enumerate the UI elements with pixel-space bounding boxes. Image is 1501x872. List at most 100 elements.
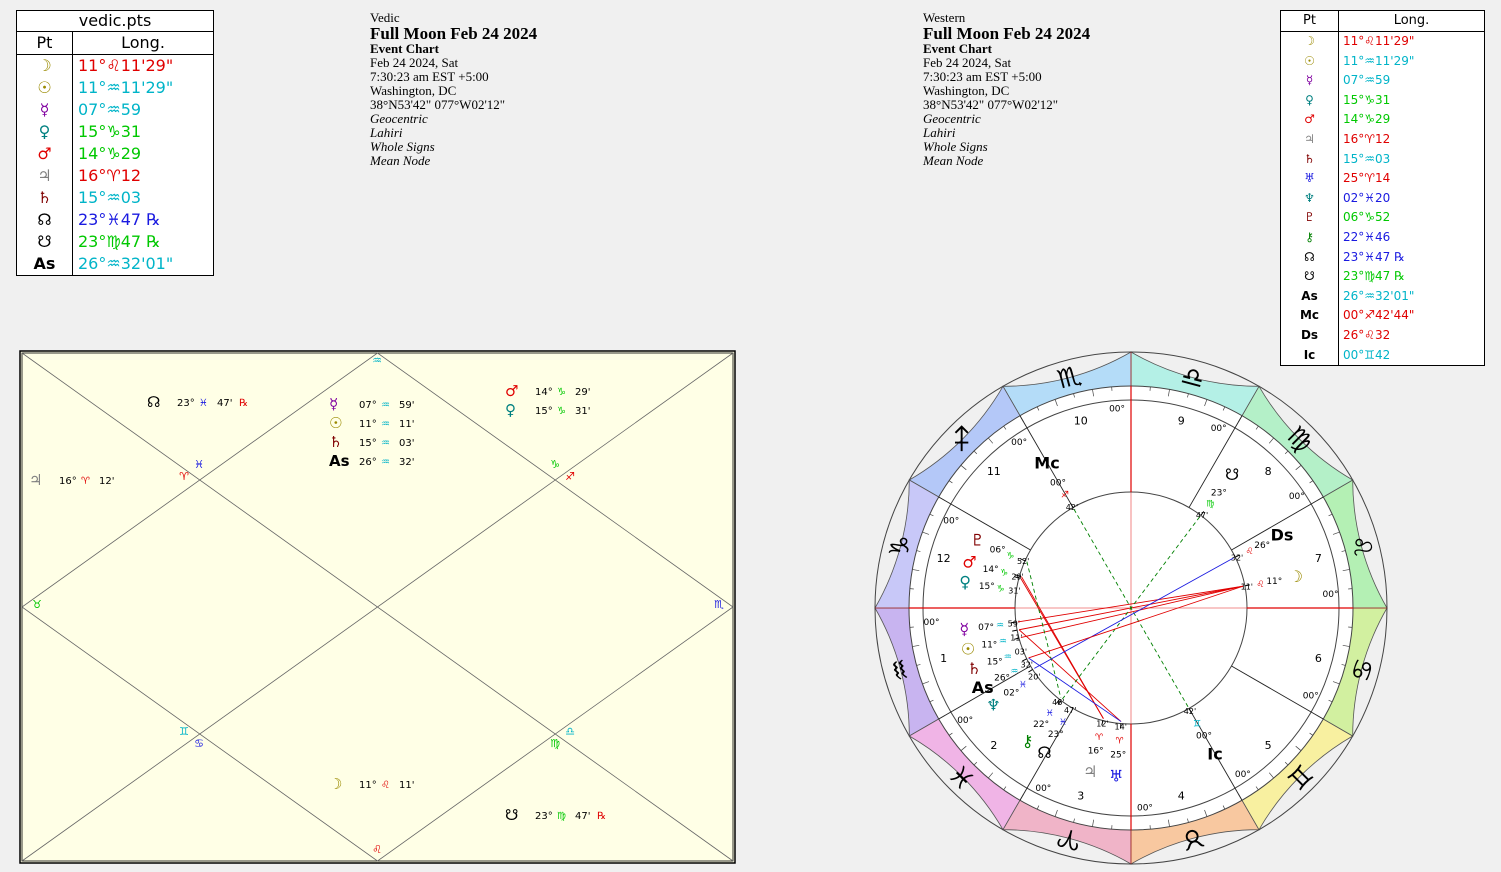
chart-date: Feb 24 2024, Sat xyxy=(923,55,1012,70)
chart-time: 7:30:23 am EST +5:00 xyxy=(370,69,489,84)
degree-label: 23° xyxy=(177,398,195,409)
cusp-degree-label: 00° xyxy=(1109,404,1125,414)
house-number: 5 xyxy=(1265,739,1272,752)
minute-label: 32' xyxy=(399,457,414,468)
minute-label: 46' xyxy=(1052,698,1064,707)
cusp-degree-label: 00° xyxy=(957,716,973,726)
venus-icon: ♀ xyxy=(17,121,73,143)
chart-ayanamsa: Lahiri xyxy=(923,125,956,140)
mars-icon: ♂ xyxy=(505,382,518,400)
longitude-value: 11°♌11'29" xyxy=(78,56,174,75)
chart-time: 7:30:23 am EST +5:00 xyxy=(923,69,1042,84)
longitude-value: 16°♈12 xyxy=(1343,131,1391,146)
north-node-icon: ☊ xyxy=(17,209,73,231)
house-number: 10 xyxy=(1074,415,1088,428)
sign-glyph: ♑ xyxy=(1006,551,1014,561)
mercury-icon: ☿ xyxy=(959,619,969,638)
table-row: ☊ 23°♓47 ℞ xyxy=(17,209,213,231)
sign-glyph: ♐ xyxy=(1061,491,1069,501)
chart-title: Full Moon Feb 24 2024 xyxy=(923,24,1091,43)
sign-marker: ♑ xyxy=(550,458,560,471)
chiron-icon: ⚷ xyxy=(1022,731,1034,750)
mercury-icon: ☿ xyxy=(1281,71,1339,91)
minute-label: 59' xyxy=(399,400,414,411)
moon-icon: ☽ xyxy=(329,775,342,793)
pluto-icon: ♇ xyxy=(970,531,984,550)
sign-glyph: ♍ xyxy=(1206,500,1214,510)
pluto-icon: ♇ xyxy=(1281,208,1339,228)
longitude-value: 15°♑31 xyxy=(1343,92,1391,107)
vedic-table-title: vedic.pts xyxy=(17,11,213,32)
house-number: 7 xyxy=(1315,552,1322,565)
chart-node: Mean Node xyxy=(923,153,984,168)
sign-glyph: ♒ xyxy=(999,637,1007,647)
longitude-value: 11°♌11'29" xyxy=(1343,34,1415,48)
degree-label: 23° xyxy=(535,811,553,822)
north-node-icon: ☊ xyxy=(1281,247,1339,268)
table-row: ♆ 02°♓20 xyxy=(1281,188,1484,209)
table-row: ⚷ 22°♓46 xyxy=(1281,227,1484,248)
chart-type: Event Chart xyxy=(923,41,992,56)
table-row: ☿ 07°♒59 xyxy=(1281,71,1484,91)
jupiter-icon: ♃ xyxy=(17,165,73,187)
degree-label: 15° xyxy=(987,657,1003,667)
sign-glyph: ♓ xyxy=(1019,681,1027,691)
house-number: 11 xyxy=(987,465,1001,478)
table-row: As 26°♒32'01" xyxy=(1281,286,1484,307)
sign-glyph: ♒ xyxy=(381,419,390,430)
chart-center: Geocentric xyxy=(923,111,981,126)
chart-node: Mean Node xyxy=(370,153,431,168)
jupiter-icon: ♃ xyxy=(1281,129,1339,150)
mars-icon: ♂ xyxy=(962,553,976,572)
minute-label: 11' xyxy=(1241,582,1253,591)
longitude-value: 26°♌32 xyxy=(1343,327,1391,342)
moon-icon: ☽ xyxy=(1281,32,1339,52)
cusp-degree-label: 00° xyxy=(1303,692,1319,702)
degree-label: 07° xyxy=(978,623,994,633)
minute-label: 47' xyxy=(217,398,232,409)
table-row: ♄ 15°♒03 xyxy=(17,187,213,209)
sign-glyph: ♒ xyxy=(996,621,1004,631)
sign-glyph: ♈ xyxy=(1115,736,1124,746)
minute-label: 11' xyxy=(1010,634,1022,643)
sign-marker: ♌ xyxy=(372,843,382,856)
chart-title: Full Moon Feb 24 2024 xyxy=(370,24,538,43)
minute-label: 11' xyxy=(399,780,414,791)
neptune-icon: ♆ xyxy=(986,695,1000,714)
chart-type: Event Chart xyxy=(370,41,439,56)
degree-label: 02° xyxy=(1003,689,1019,699)
degree-label: 22° xyxy=(1033,720,1049,730)
uranus-icon: ♅ xyxy=(1281,169,1339,189)
house-number: 2 xyxy=(990,739,997,752)
house-number: 6 xyxy=(1315,652,1322,665)
degree-label: 23° xyxy=(1048,730,1064,740)
longitude-value: 07°♒59 xyxy=(78,100,142,119)
ascendant-icon: As xyxy=(17,253,73,275)
western-table-rows: ☽ 11°♌11'29" ☉ 11°♒11'29" ☿ 07°♒59 ♀ 15°♑31 ♂ 14°… xyxy=(1281,32,1484,366)
midheaven-icon: Mc xyxy=(1034,454,1059,473)
mercury-icon: ☿ xyxy=(17,99,73,121)
degree-label: 00° xyxy=(1196,731,1212,741)
degree-label: 26° xyxy=(1254,541,1270,551)
longitude-value: 25°♈14 xyxy=(1343,171,1391,186)
col-long-header: Long. xyxy=(1393,13,1430,28)
uranus-icon: ♅ xyxy=(1109,766,1123,785)
longitude-value: 26°♒32'01" xyxy=(1343,288,1415,303)
south-node-icon: ☋ xyxy=(505,806,518,824)
longitude-value: 15°♒03 xyxy=(78,188,142,207)
chart-coords: 38°N53'42" 077°W02'12" xyxy=(923,97,1059,112)
table-row: ♀ 15°♑31 xyxy=(17,121,213,143)
cusp-degree-label: 00° xyxy=(1235,770,1251,780)
degree-label: 15° xyxy=(979,582,995,592)
sign-glyph: ♒ xyxy=(381,457,390,468)
table-row: Ds 26°♌32 xyxy=(1281,325,1484,346)
minute-label: 42' xyxy=(1184,707,1196,716)
western-table-header: Pt Long. xyxy=(1281,11,1484,32)
planet-tick xyxy=(1010,621,1016,624)
vedic-table-header: Pt Long. xyxy=(17,32,213,55)
venus-icon: ♀ xyxy=(959,573,971,592)
chart-place: Washington, DC xyxy=(370,83,457,98)
chart-date: Feb 24 2024, Sat xyxy=(370,55,459,70)
sign-glyph: ♑ xyxy=(557,387,566,398)
minute-label: 32' xyxy=(1021,660,1033,669)
